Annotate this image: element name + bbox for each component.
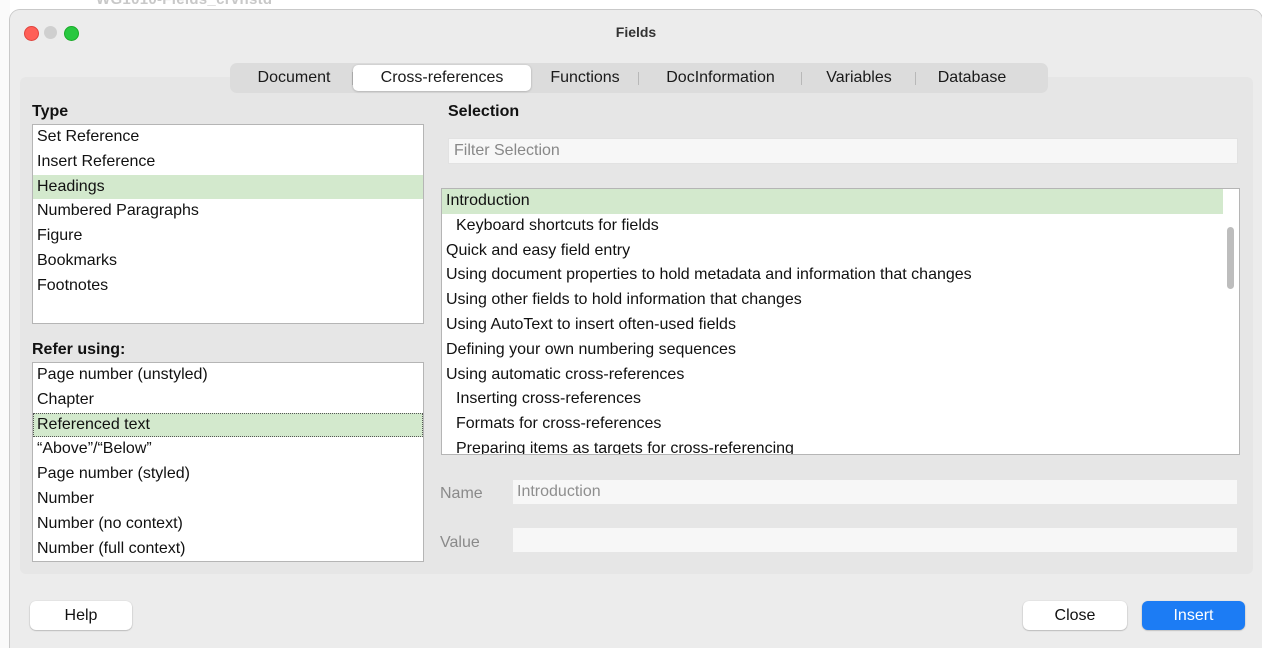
tab-cross-references[interactable]: Cross-references — [353, 65, 531, 91]
tab-label: Database — [937, 69, 1007, 86]
refer-item-above-below[interactable]: “Above”/“Below” — [33, 437, 423, 462]
selection-item[interactable]: Formats for cross-references — [442, 412, 1239, 437]
type-label: Type — [32, 103, 69, 120]
selection-list[interactable]: Introduction Keyboard shortcuts for fiel… — [441, 188, 1240, 455]
refer-item-page-number-unstyled[interactable]: Page number (unstyled) — [33, 363, 423, 388]
refer-item-number-no-context[interactable]: Number (no context) — [33, 512, 423, 537]
type-item-footnotes[interactable]: Footnotes — [33, 274, 423, 299]
type-item-figure[interactable]: Figure — [33, 224, 423, 249]
help-button[interactable]: Help — [30, 601, 132, 630]
selection-item[interactable]: Using AutoText to insert often-used fiel… — [442, 313, 1239, 338]
type-item-headings[interactable]: Headings — [33, 174, 423, 200]
tab-label: Functions — [550, 69, 620, 86]
name-field[interactable]: Introduction — [512, 479, 1238, 505]
selection-item[interactable]: Quick and easy field entry — [442, 239, 1239, 264]
refer-item-number-full-context[interactable]: Number (full context) — [33, 537, 423, 561]
fields-dialog: Fields Document Cross-references Functio… — [10, 10, 1262, 648]
tab-docinformation[interactable]: DocInformation — [639, 65, 802, 91]
tab-label: Document — [257, 69, 331, 86]
selection-item[interactable]: Using automatic cross-references — [442, 363, 1239, 388]
filter-selection-input[interactable]: Filter Selection — [448, 138, 1238, 164]
background-document-title: WG1010-Fields_crvnstd — [96, 0, 272, 8]
selection-item[interactable]: Preparing items as targets for cross-ref… — [442, 437, 1239, 454]
tab-variables[interactable]: Variables — [802, 65, 916, 91]
tab-label: Variables — [826, 69, 892, 86]
title-bar: Fields — [10, 10, 1262, 54]
type-item-numbered-paragraphs[interactable]: Numbered Paragraphs — [33, 199, 423, 224]
tab-database[interactable]: Database — [916, 65, 1028, 91]
selection-item[interactable]: Keyboard shortcuts for fields — [442, 214, 1239, 239]
dialog-title: Fields — [615, 24, 657, 40]
tab-bar: Document Cross-references Functions DocI… — [230, 63, 1048, 93]
refer-item-chapter[interactable]: Chapter — [33, 388, 423, 413]
selection-scrollbar[interactable] — [1223, 189, 1239, 454]
scrollbar-thumb[interactable] — [1227, 227, 1234, 289]
name-label: Name — [440, 485, 483, 502]
type-item-insert-reference[interactable]: Insert Reference — [33, 150, 423, 175]
value-label: Value — [440, 534, 480, 551]
selection-label: Selection — [448, 103, 520, 120]
refer-item-page-number-styled[interactable]: Page number (styled) — [33, 462, 423, 487]
refer-item-number[interactable]: Number — [33, 487, 423, 512]
type-list[interactable]: Set Reference Insert Reference Headings … — [32, 124, 424, 324]
tab-label: Cross-references — [380, 69, 504, 86]
selection-item[interactable]: Using document properties to hold metada… — [442, 263, 1239, 288]
document-edge — [0, 0, 10, 648]
tab-label: DocInformation — [666, 69, 775, 86]
refer-using-list[interactable]: Page number (unstyled) Chapter Reference… — [32, 362, 424, 562]
selection-item[interactable]: Using other fields to hold information t… — [442, 288, 1239, 313]
refer-item-referenced-text[interactable]: Referenced text — [33, 412, 423, 438]
type-item-set-reference[interactable]: Set Reference — [33, 125, 423, 150]
value-field[interactable] — [512, 527, 1238, 553]
tab-functions[interactable]: Functions — [531, 65, 639, 91]
tab-document[interactable]: Document — [235, 65, 353, 91]
insert-button[interactable]: Insert — [1142, 601, 1245, 630]
selection-item[interactable]: Defining your own numbering sequences — [442, 338, 1239, 363]
type-item-bookmarks[interactable]: Bookmarks — [33, 249, 423, 274]
refer-using-label: Refer using: — [32, 341, 126, 358]
selection-item[interactable]: Inserting cross-references — [442, 387, 1239, 412]
close-button[interactable]: Close — [1023, 601, 1127, 630]
selection-item[interactable]: Introduction — [442, 189, 1223, 214]
